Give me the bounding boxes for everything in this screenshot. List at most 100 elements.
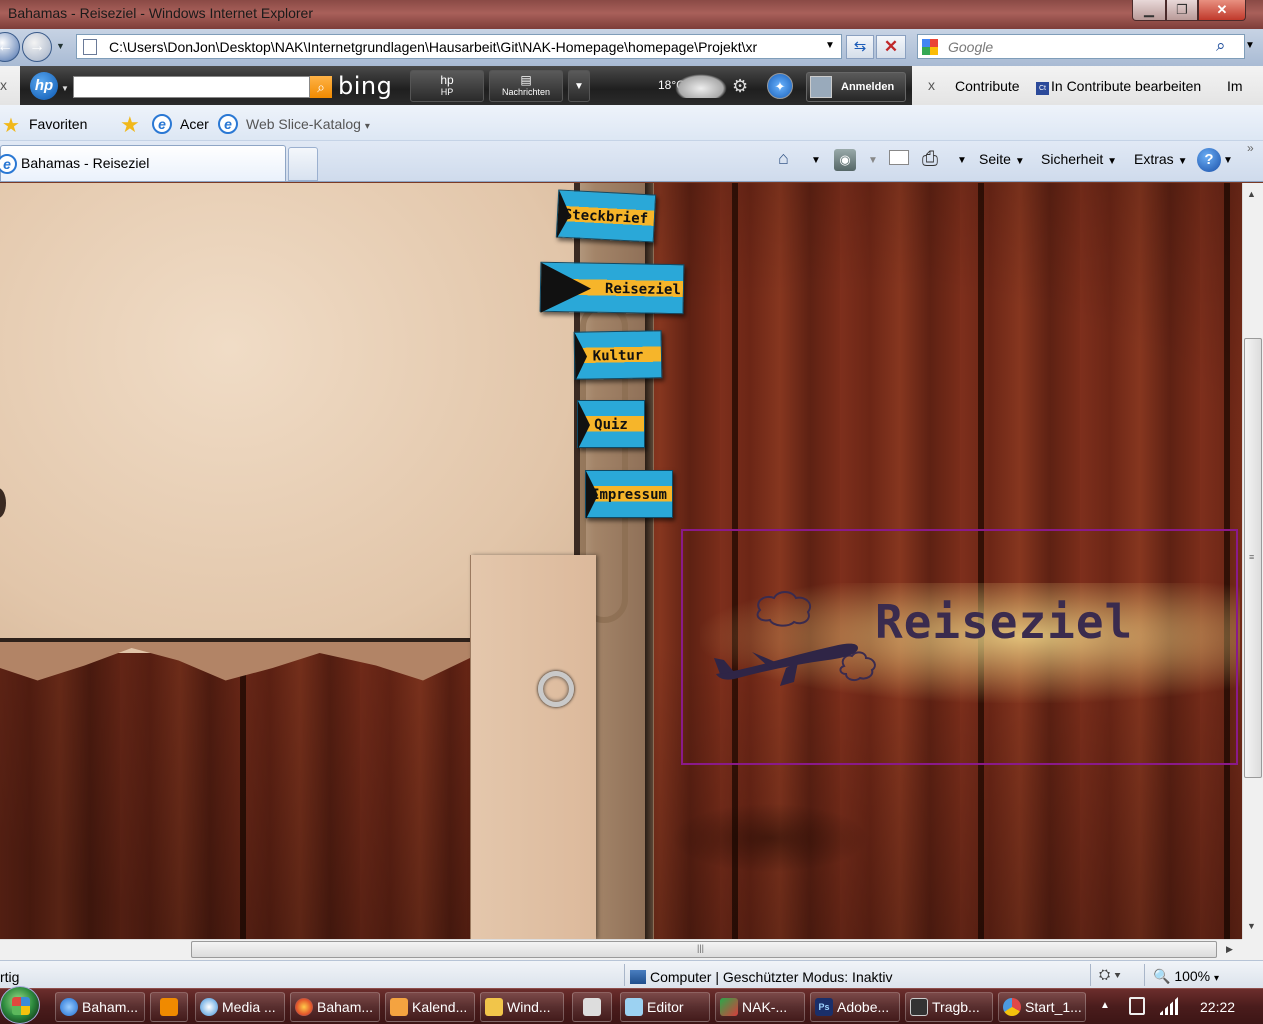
more-commands-chevron-icon[interactable]: » <box>1247 141 1254 155</box>
zoom-level: 100% <box>1174 968 1211 984</box>
nav-tab-label: Kultur <box>592 347 644 365</box>
vertical-scrollbar[interactable]: ▲ ≡ ▼ <box>1242 183 1263 939</box>
hp-button-label: HP <box>440 87 454 97</box>
heading-frame <box>681 529 1238 765</box>
taskbar-explorer[interactable]: Wind... <box>480 992 564 1022</box>
contribute-close-icon[interactable]: x <box>928 77 935 93</box>
address-dropdown[interactable]: ▼ <box>825 40 835 51</box>
bing-search-button[interactable]: ⌕ <box>310 76 332 98</box>
url-text[interactable]: C:\Users\DonJon\Desktop\NAK\Internetgrun… <box>109 39 821 55</box>
scroll-right-icon[interactable]: ▶ <box>1226 944 1233 955</box>
start-button[interactable] <box>0 986 40 1024</box>
taskbar-photoshop[interactable]: Ps Adobe... <box>810 992 900 1022</box>
zoom-control[interactable]: 🔍 100% ▾ <box>1153 968 1219 985</box>
scroll-up-icon[interactable]: ▲ <box>1247 189 1256 199</box>
recent-pages-dropdown[interactable]: ▼ <box>56 41 65 51</box>
hp-tools-icon[interactable]: ✦ <box>767 73 793 99</box>
status-separator <box>1144 964 1145 986</box>
taskbar-start-file[interactable]: Start_1... <box>998 992 1086 1022</box>
hp-button[interactable]: hp HP <box>410 70 484 102</box>
print-dropdown[interactable]: ▼ <box>957 155 967 166</box>
home-icon[interactable]: ⌂ <box>778 148 789 169</box>
maximize-button[interactable]: ❐ <box>1166 0 1198 21</box>
chevron-down-icon: ▼ <box>1107 156 1118 167</box>
feeds-icon[interactable]: ◉ <box>834 149 856 171</box>
forward-button[interactable]: → <box>22 32 52 62</box>
taskbar-label: Wind... <box>507 999 551 1015</box>
taskbar-firefox-bahamas[interactable]: Baham... <box>290 992 380 1022</box>
close-window-button[interactable]: ✕ <box>1198 0 1246 21</box>
tools-menu-label: Extras <box>1134 151 1174 167</box>
nav-tab-impressum[interactable]: Impressum <box>585 470 673 519</box>
scrollbar-corner <box>1242 939 1263 960</box>
scroll-down-icon[interactable]: ▼ <box>1247 921 1256 931</box>
new-tab-button[interactable] <box>288 147 318 181</box>
taskbar-ie-bahamas[interactable]: Baham... <box>55 992 145 1022</box>
horizontal-scroll-thumb[interactable]: ||| <box>191 941 1217 958</box>
favorite-web-slice-gallery[interactable]: Web Slice-Katalog ▾ <box>246 116 370 132</box>
search-input[interactable]: Google ⌕ <box>917 34 1245 59</box>
safety-menu-button[interactable]: Sicherheit ▼ <box>1041 151 1117 167</box>
taskbar-media-player[interactable] <box>150 992 188 1022</box>
page-icon <box>83 39 97 55</box>
notepad-icon <box>625 998 643 1016</box>
ie-icon: e <box>0 154 17 174</box>
taskbar-label: Baham... <box>317 999 374 1015</box>
favorites-button[interactable]: Favoriten <box>29 116 87 132</box>
taskbar-media-center[interactable]: Media ... <box>195 992 285 1022</box>
taskbar-editor[interactable]: Editor <box>620 992 710 1022</box>
hp-menu-dropdown[interactable]: ▼ <box>61 84 69 93</box>
contribute-edit-label: In Contribute bearbeiten <box>1051 78 1202 94</box>
status-separator <box>1090 964 1091 986</box>
taskbar-tragbar[interactable]: Tragb... <box>905 992 993 1022</box>
nav-tab-steckbrief[interactable]: Steckbrief <box>555 189 657 243</box>
status-separator <box>624 964 625 986</box>
folder-icon <box>485 998 503 1016</box>
print-icon[interactable]: ⎙ <box>922 148 938 171</box>
contribute-edit-button[interactable]: Ct In Contribute bearbeiten <box>1036 78 1201 95</box>
hp-more-dropdown[interactable]: ▼ <box>568 70 590 102</box>
minimize-button[interactable]: ▁ <box>1132 0 1166 21</box>
nav-tab-reiseziel[interactable]: Reiseziel <box>539 261 685 315</box>
help-dropdown[interactable]: ▼ <box>1223 155 1233 166</box>
taskbar-nak[interactable]: NAK-... <box>715 992 805 1022</box>
contribute-button[interactable]: Contribute <box>955 78 1020 94</box>
news-button[interactable]: ▤ Nachrichten <box>489 70 563 102</box>
tools-menu-button[interactable]: Extras ▼ <box>1134 151 1187 167</box>
google-icon <box>922 39 938 55</box>
address-bar[interactable]: C:\Users\DonJon\Desktop\NAK\Internetgrun… <box>76 34 842 59</box>
show-hidden-icons-button[interactable]: ▲ <box>1100 1000 1110 1011</box>
stop-button[interactable]: ✕ <box>876 35 906 59</box>
add-favorite-icon[interactable]: ★ <box>120 112 140 138</box>
vertical-scroll-thumb[interactable]: ≡ <box>1244 338 1262 778</box>
home-dropdown[interactable]: ▼ <box>811 155 821 166</box>
favorite-acer[interactable]: Acer <box>180 116 209 132</box>
bing-search-input[interactable] <box>73 76 310 98</box>
hp-logo-icon[interactable]: hp <box>30 72 58 100</box>
search-icon[interactable]: ⌕ <box>1216 36 1226 56</box>
gear-icon[interactable]: ⚙ <box>732 76 748 97</box>
help-icon[interactable]: ? <box>1197 148 1221 172</box>
contribute-truncated-button[interactable]: Im <box>1227 78 1243 94</box>
photoshop-icon: Ps <box>815 998 833 1016</box>
security-zone[interactable]: Computer | Geschützter Modus: Inaktiv <box>630 969 893 985</box>
pop-up-blocker-icon[interactable]: ⛭ ▾ <box>1099 966 1121 983</box>
battery-icon[interactable] <box>1129 997 1145 1015</box>
taskbar-tool[interactable] <box>572 992 612 1022</box>
search-dropdown[interactable]: ▼ <box>1245 40 1255 51</box>
refresh-button[interactable]: ⇆ <box>846 35 874 59</box>
nav-tab-kultur[interactable]: Kultur <box>573 330 663 381</box>
tab-label: Bahamas - Reiseziel <box>21 155 150 171</box>
horizontal-scrollbar[interactable]: ||| ▶ <box>0 939 1242 960</box>
chevron-down-icon: ▾ <box>364 121 370 132</box>
mail-icon[interactable] <box>889 150 909 165</box>
clock[interactable]: 22:22 <box>1200 999 1235 1015</box>
nav-tab-quiz[interactable]: Quiz <box>577 400 645 449</box>
login-button[interactable]: Anmelden <box>806 72 906 102</box>
tab-bahamas-reiseziel[interactable]: e Bahamas - Reiseziel <box>0 145 286 181</box>
favorites-star-icon[interactable]: ★ <box>2 113 20 138</box>
feeds-dropdown[interactable]: ▼ <box>868 155 878 166</box>
hp-toolbar-close-icon[interactable]: x <box>0 77 7 93</box>
taskbar-calendar[interactable]: Kalend... <box>385 992 475 1022</box>
page-menu-button[interactable]: Seite ▼ <box>979 151 1025 167</box>
